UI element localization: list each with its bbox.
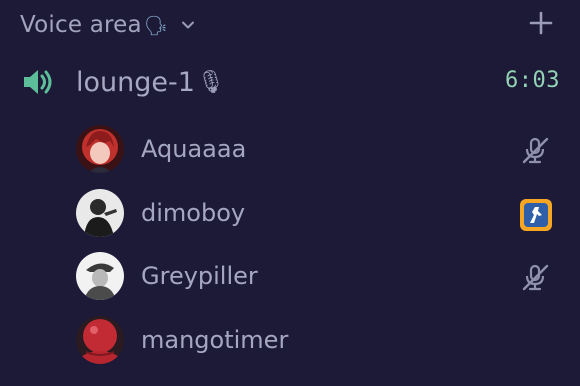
voice-user-row[interactable]: Aquaaaa — [76, 124, 566, 174]
mic-muted-icon — [520, 262, 550, 292]
username: Greypiller — [141, 262, 258, 290]
avatar — [76, 316, 124, 364]
add-channel-icon[interactable] — [528, 10, 554, 40]
speaker-icon — [20, 63, 58, 101]
voice-category-header[interactable]: Voice area 🗣 — [20, 8, 566, 42]
channel-name: lounge-1 — [76, 66, 195, 98]
username: Aquaaaa — [141, 135, 247, 163]
voice-channel-lounge[interactable]: lounge-1 🎙 6:03 — [20, 60, 560, 104]
avatar — [76, 189, 124, 237]
username: dimoboy — [141, 199, 246, 227]
voice-user-row[interactable]: Greypiller — [76, 251, 566, 301]
username: mangotimer — [141, 326, 289, 354]
avatar — [76, 252, 124, 300]
voice-user-row[interactable]: mangotimer — [76, 315, 566, 365]
speaking-head-emoji: 🗣 — [143, 14, 168, 37]
category-title: Voice area — [20, 12, 142, 38]
voice-user-row[interactable]: dimoboy — [76, 188, 566, 238]
game-activity-icon — [520, 199, 552, 231]
microphone-emoji: 🎙 — [196, 69, 225, 95]
call-timer: 6:03 — [505, 68, 560, 93]
mic-muted-icon — [520, 135, 550, 165]
avatar — [76, 125, 124, 173]
chevron-down-icon[interactable] — [180, 17, 196, 33]
